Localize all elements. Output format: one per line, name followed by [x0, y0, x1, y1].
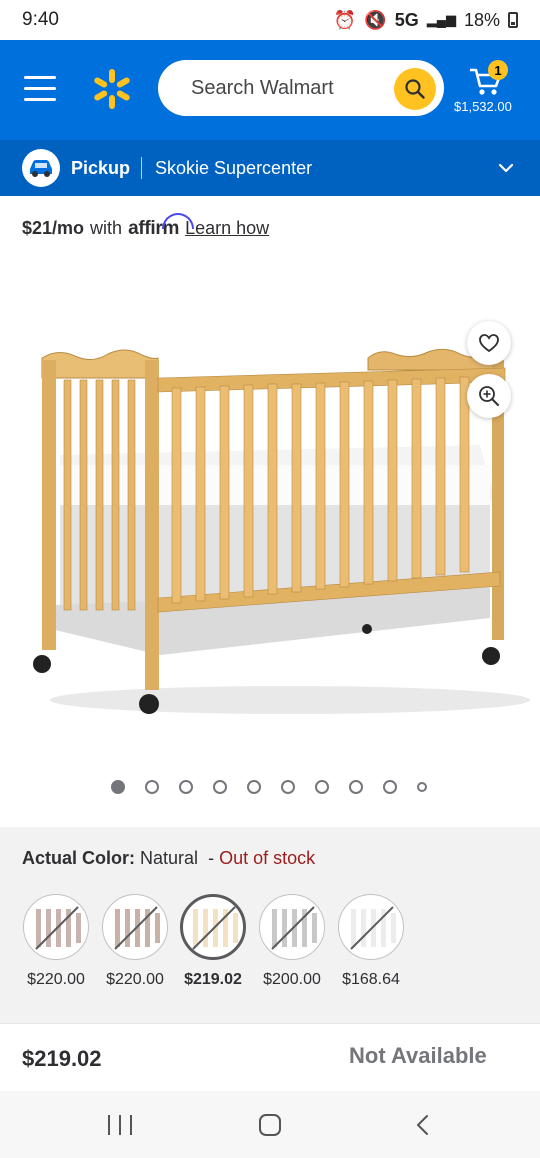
color-swatch-selected[interactable]: [180, 894, 246, 960]
crossed-out-icon: [192, 906, 238, 950]
zoom-in-icon: [479, 386, 499, 406]
color-swatch[interactable]: [259, 894, 325, 960]
affirm-financing: $21/mo with affirm Learn how: [22, 213, 269, 240]
carousel-dot[interactable]: [145, 780, 159, 794]
color-selector: Actual Color: Natural - Out of stock $22…: [0, 827, 540, 1023]
menu-icon[interactable]: [24, 76, 56, 102]
pickup-divider: [141, 157, 142, 179]
affirm-learn-how-link[interactable]: Learn how: [185, 218, 269, 239]
alarm-icon: ⏰: [333, 9, 357, 30]
affirm-with-text: with: [90, 218, 123, 238]
crossed-out-icon: [350, 906, 396, 950]
search-button[interactable]: [394, 68, 436, 110]
swatch-price: $220.00: [106, 971, 164, 988]
affirm-logo: affirm: [128, 213, 195, 239]
color-swatch[interactable]: [338, 894, 404, 960]
color-separator: -: [208, 848, 215, 868]
recent-apps-button[interactable]: [108, 1115, 132, 1135]
back-button[interactable]: [413, 1113, 431, 1137]
cart-count-badge: 1: [488, 60, 508, 80]
cart-button[interactable]: 1 $1,532.00: [454, 58, 520, 122]
pickup-label: Pickup: [71, 158, 131, 178]
network-label: 5G: [394, 9, 419, 30]
crossed-out-icon: [114, 906, 160, 950]
carousel-pagination: [111, 780, 427, 794]
swatch-price: $200.00: [263, 971, 321, 988]
product-image-crib[interactable]: [0, 260, 540, 760]
search-bar[interactable]: [158, 60, 444, 116]
carousel-dot[interactable]: [383, 780, 397, 794]
swatch-price: $220.00: [27, 971, 85, 988]
carousel-dot[interactable]: [111, 780, 125, 794]
carousel-dot[interactable]: [281, 780, 295, 794]
pickup-bar[interactable]: Pickup Skokie Supercenter: [0, 140, 540, 196]
zoom-button[interactable]: [467, 374, 511, 418]
battery-icon: [508, 12, 518, 28]
product-image-carousel[interactable]: [0, 260, 540, 760]
color-label: Actual Color:: [22, 848, 136, 868]
pickup-car-icon: [22, 149, 60, 187]
mute-icon: 🔇: [364, 9, 387, 30]
product-price: $219.02: [22, 1046, 102, 1071]
swatch-price: $168.64: [342, 971, 400, 988]
color-swatch[interactable]: [102, 894, 168, 960]
carousel-dot[interactable]: [349, 780, 363, 794]
walmart-spark-icon[interactable]: [92, 68, 132, 110]
home-button[interactable]: [259, 1114, 281, 1136]
color-swatch[interactable]: [23, 894, 89, 960]
status-icons: ⏰ 🔇 5G ▂▄▆ 18%: [334, 10, 518, 31]
app-header: 1 $1,532.00: [0, 40, 540, 140]
purchase-bar: $219.02 Not Available: [0, 1023, 540, 1091]
swatch-price-selected: $219.02: [184, 971, 242, 988]
availability-status: Not Available: [349, 1043, 487, 1068]
status-bar: 9:40 ⏰ 🔇 5G ▂▄▆ 18%: [0, 0, 540, 40]
stock-status: Out of stock: [219, 848, 316, 868]
carousel-dot[interactable]: [247, 780, 261, 794]
cart-total: $1,532.00: [454, 99, 512, 114]
system-nav-bar: [0, 1091, 540, 1158]
affirm-monthly-amount: $21/mo: [22, 218, 85, 238]
carousel-dot[interactable]: [179, 780, 193, 794]
color-label-line: Actual Color: Natural - Out of stock: [22, 848, 315, 869]
favorite-button[interactable]: [467, 321, 511, 365]
crossed-out-icon: [271, 906, 317, 950]
crossed-out-icon: [35, 906, 81, 950]
status-time: 9:40: [22, 9, 59, 30]
carousel-dot[interactable]: [417, 782, 427, 792]
battery-percent: 18%: [463, 9, 500, 30]
color-value: Natural: [140, 848, 199, 868]
search-icon: [405, 79, 425, 99]
signal-icon: ▂▄▆: [426, 12, 456, 27]
heart-icon: [479, 334, 499, 353]
carousel-dot[interactable]: [213, 780, 227, 794]
search-input[interactable]: [191, 76, 381, 100]
carousel-dot[interactable]: [315, 780, 329, 794]
pickup-store-name: Skokie Supercenter: [155, 158, 313, 178]
chevron-down-icon[interactable]: [497, 159, 515, 177]
